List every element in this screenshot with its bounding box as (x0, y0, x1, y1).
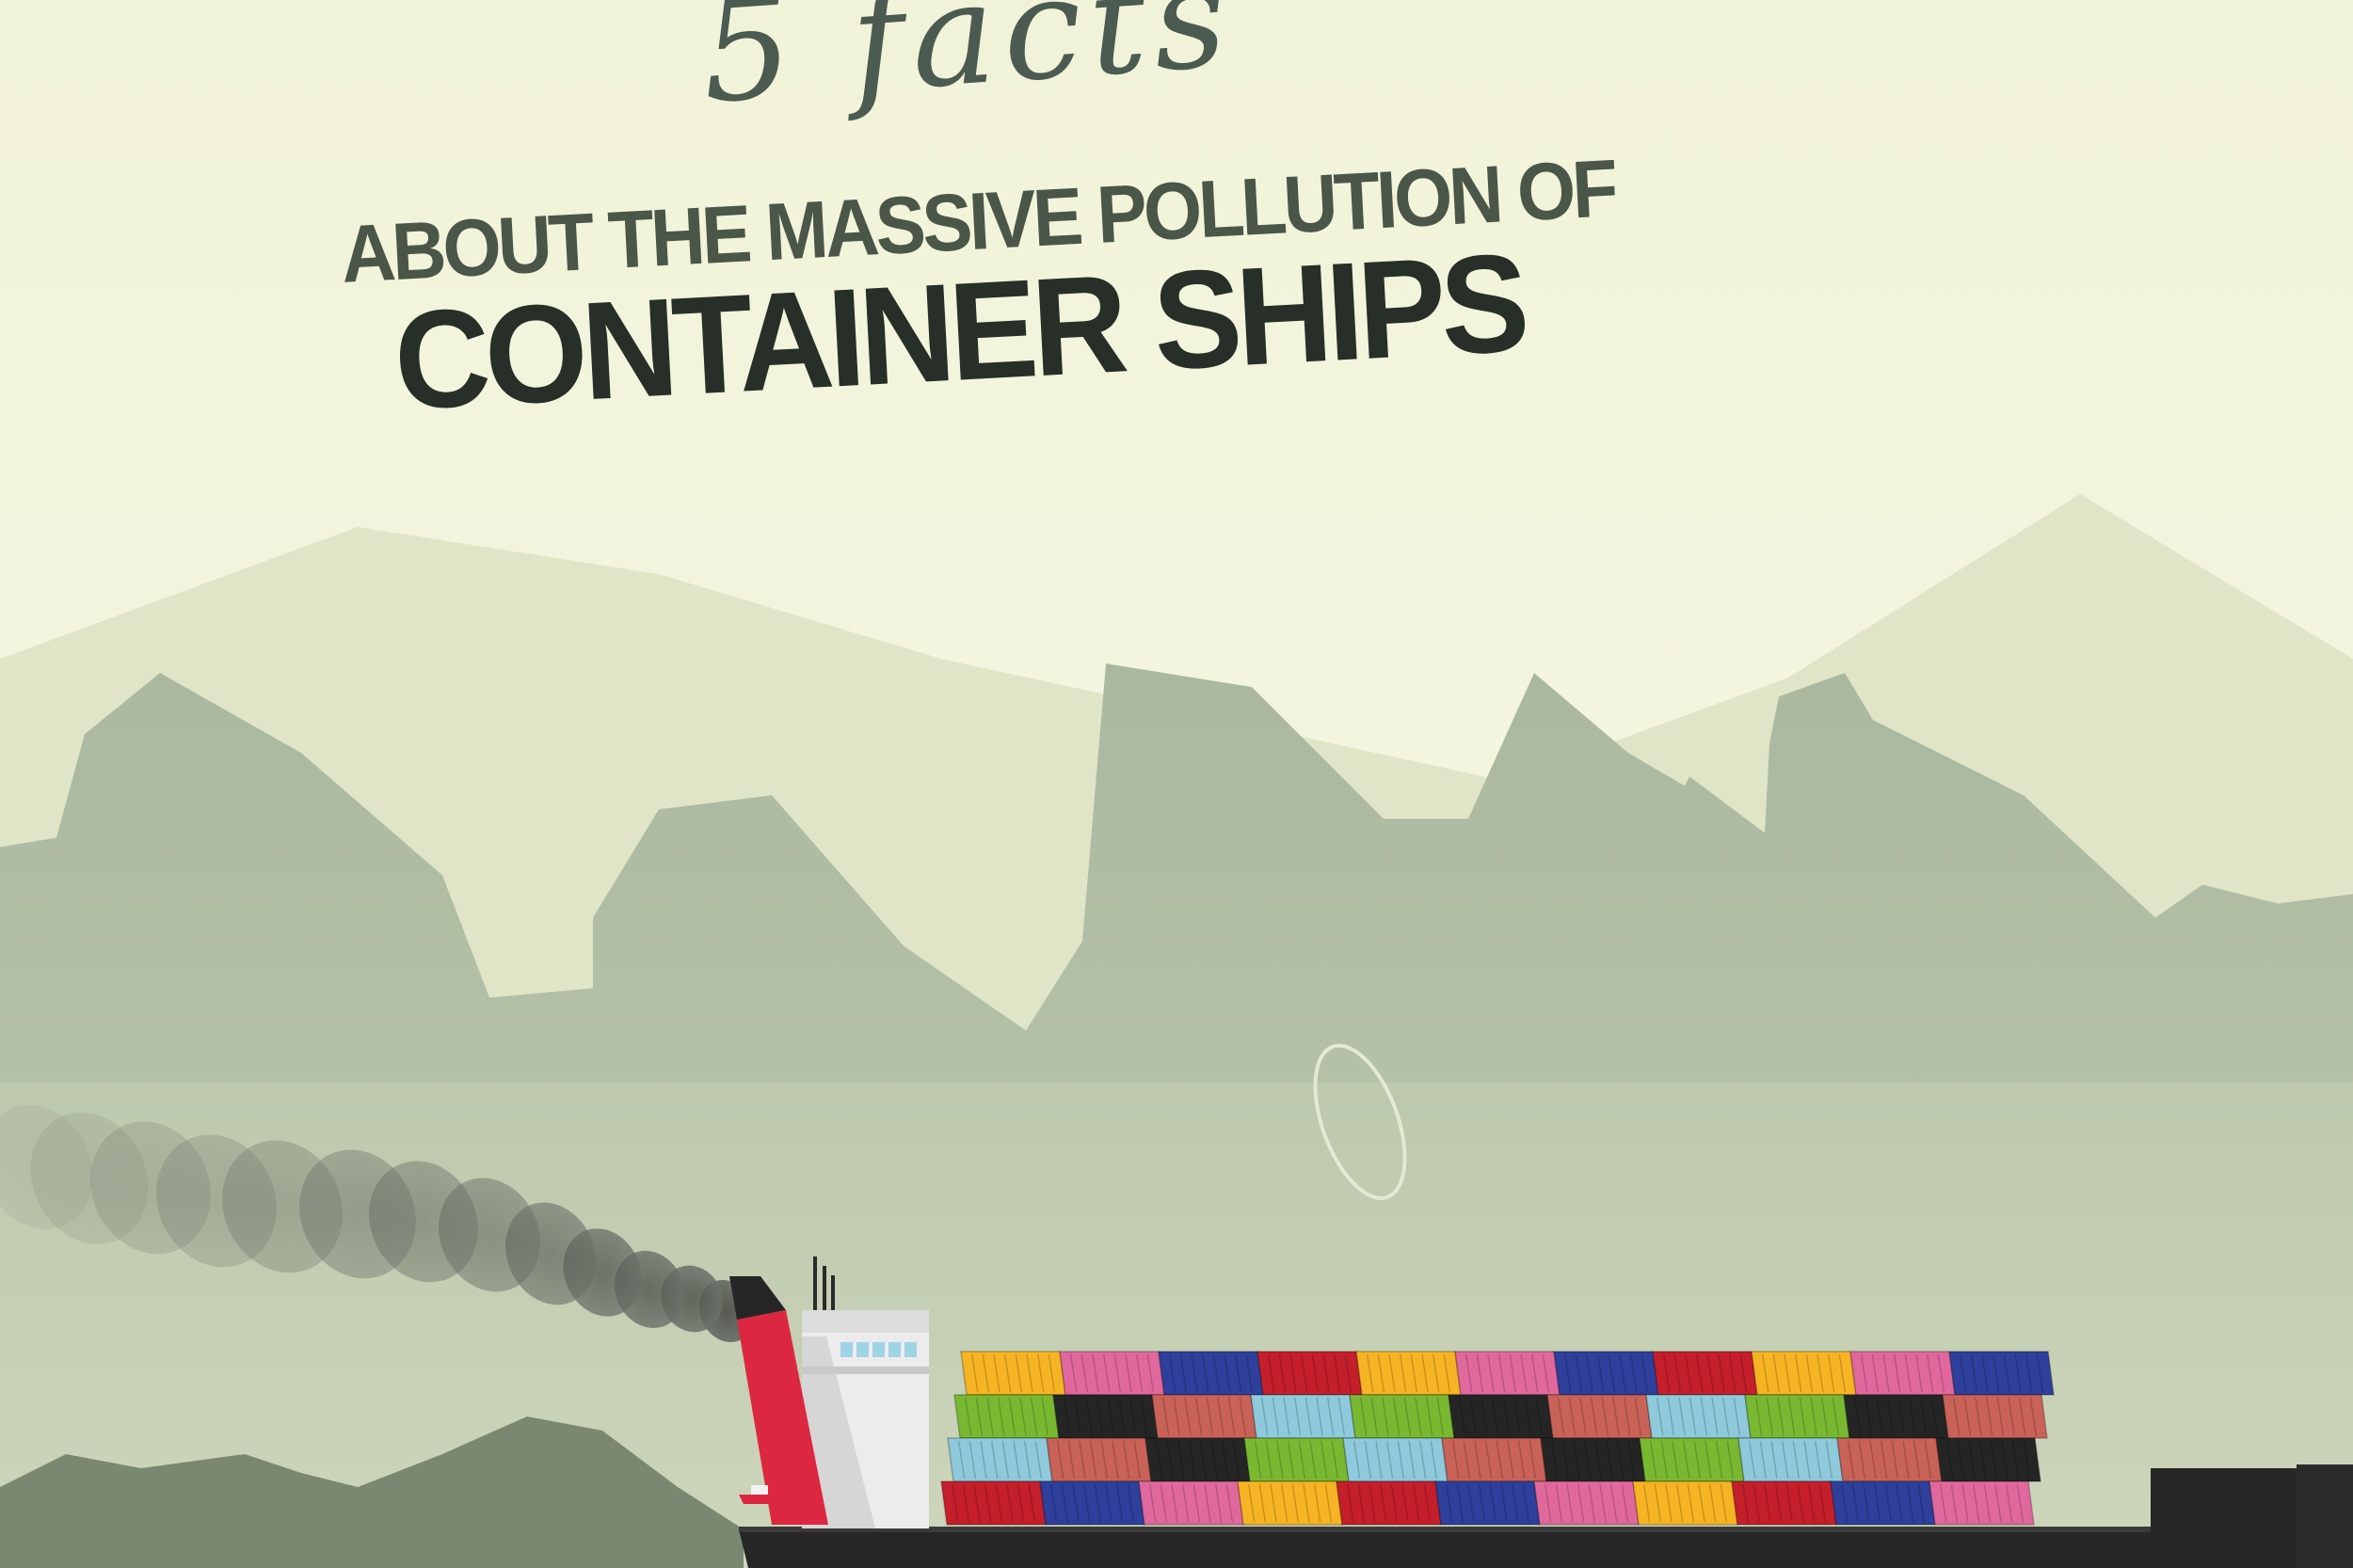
bridge-deck (802, 1367, 929, 1374)
hull-deck-line (739, 1527, 2151, 1532)
infographic-cover: 5 facts ABOUT THE MASSIVE POLLUTION OF C… (0, 0, 2353, 1568)
bow-block (2151, 1468, 2306, 1530)
title-block: 5 facts ABOUT THE MASSIVE POLLUTION OF C… (0, 0, 2353, 489)
lifeboat (739, 1495, 783, 1504)
container-stack (940, 1351, 2055, 1526)
lifeboat-cabin (751, 1485, 768, 1495)
bridge-windows (840, 1342, 917, 1357)
right-edge-shadow (2297, 1464, 2353, 1568)
bridge-top (802, 1310, 929, 1333)
facts-label: 5 facts (696, 0, 1240, 136)
